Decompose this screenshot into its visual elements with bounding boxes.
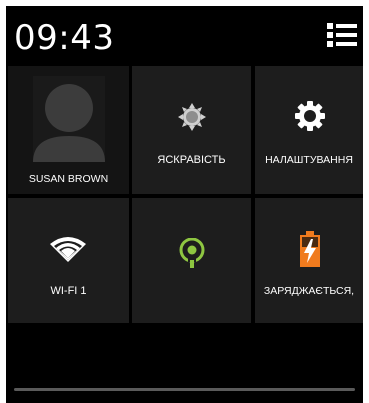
battery-label: ЗАРЯДЖАЄТЬСЯ, (263, 285, 355, 297)
quick-settings-screen: 09:43 SUSAN BROWN ЯСКРАВІСТЬ НАЛАШТУВАНН… (6, 6, 363, 403)
brightness-icon (178, 103, 206, 131)
user-name-label: SUSAN BROWN (28, 173, 109, 185)
tile-battery[interactable]: ЗАРЯДЖАЄТЬСЯ, (255, 198, 363, 323)
wifi-label: WI-FI 1 (50, 285, 87, 297)
location-icon (179, 238, 205, 268)
gear-icon (295, 101, 325, 131)
settings-label: НАЛАШТУВАННЯ (265, 154, 353, 166)
tile-location[interactable] (132, 198, 251, 323)
tile-wifi[interactable]: WI-FI 1 (8, 198, 129, 323)
tile-brightness[interactable]: ЯСКРАВІСТЬ (132, 66, 251, 194)
brightness-label: ЯСКРАВІСТЬ (157, 154, 226, 166)
user-avatar-icon (33, 76, 105, 162)
wifi-icon (50, 237, 86, 262)
battery-charging-icon (300, 231, 320, 267)
tile-user-profile[interactable]: SUSAN BROWN (8, 66, 129, 194)
status-bar: 09:43 (6, 6, 363, 66)
tile-settings[interactable]: НАЛАШТУВАННЯ (255, 66, 363, 194)
list-menu-icon[interactable] (327, 20, 357, 50)
clock-time: 09:43 (14, 18, 115, 58)
scroll-handle[interactable] (14, 388, 355, 391)
